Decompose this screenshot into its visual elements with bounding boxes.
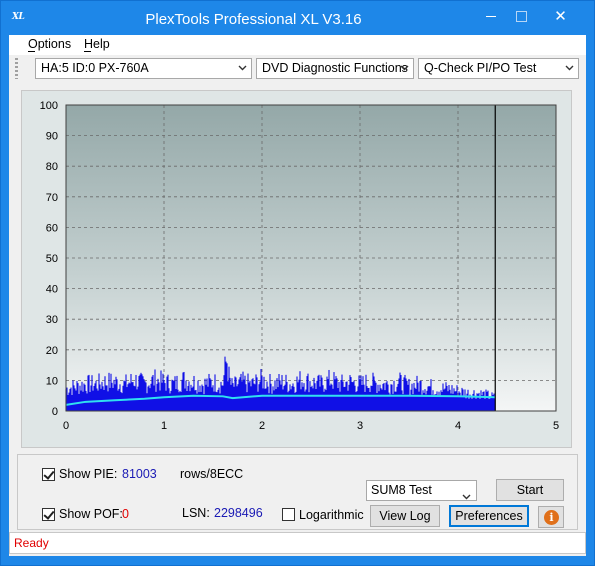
client-area: Options Help HA:5 ID:0 PX-760A DVD Diagn… <box>9 35 586 556</box>
toolbar-grip[interactable] <box>15 58 18 79</box>
preferences-label: Preferences <box>455 509 523 523</box>
y-tick-label: 60 <box>46 222 58 234</box>
y-tick-label: 0 <box>52 406 58 418</box>
test-select-value: Q-Check PI/PO Test <box>424 61 537 75</box>
x-tick-label: 3 <box>357 420 363 432</box>
maximize-button[interactable] <box>507 5 535 27</box>
sum-test-value: SUM8 Test <box>371 483 432 497</box>
pie-units: rows/8ECC <box>180 467 244 481</box>
toolbar: HA:5 ID:0 PX-760A DVD Diagnostic Functio… <box>9 55 586 83</box>
y-tick-label: 40 <box>46 284 58 296</box>
minimize-button[interactable] <box>477 5 505 27</box>
x-tick-label: 1 <box>161 420 167 432</box>
app-window: XL PlexTools Professional XL V3.16 ✕ Opt… <box>0 0 595 566</box>
view-log-label: View Log <box>379 509 431 523</box>
test-select[interactable]: Q-Check PI/PO Test <box>418 58 579 79</box>
start-button-label: Start <box>516 483 544 497</box>
view-log-button[interactable]: View Log <box>370 505 440 527</box>
window-title: PlexTools Professional XL V3.16 <box>145 11 362 28</box>
close-button[interactable]: ✕ <box>539 5 582 27</box>
show-pof-checkbox[interactable] <box>42 508 55 521</box>
status-text: Ready <box>14 536 49 550</box>
controls-panel: Show PIE: 81003 rows/8ECC SUM8 Test Star… <box>17 454 578 530</box>
show-pie-checkbox[interactable] <box>42 468 55 481</box>
function-select-value: DVD Diagnostic Functions <box>262 61 408 75</box>
menu-options[interactable]: Options <box>28 37 72 52</box>
x-tick-label: 0 <box>63 420 69 432</box>
y-tick-label: 30 <box>46 314 58 326</box>
chevron-down-icon <box>400 65 409 73</box>
y-tick-label: 100 <box>40 100 58 112</box>
pie-value: 81003 <box>122 467 157 481</box>
lsn-label: LSN: <box>182 506 210 520</box>
start-button[interactable]: Start <box>496 479 564 501</box>
sum-test-select[interactable]: SUM8 Test <box>366 480 477 501</box>
show-pof-label: Show POF: <box>59 507 123 521</box>
chevron-down-icon <box>238 65 247 73</box>
pie-baseline <box>66 398 496 411</box>
x-tick-label: 4 <box>455 420 461 432</box>
pi-po-chart: 0 10 20 30 40 50 60 70 80 90 100 0 1 2 3 4 5 <box>40 100 559 432</box>
preferences-button[interactable]: Preferences <box>449 505 529 527</box>
y-tick-label: 10 <box>46 375 58 387</box>
logarithmic-checkbox[interactable] <box>282 508 295 521</box>
chevron-down-icon <box>462 487 471 506</box>
pof-value: 0 <box>122 507 129 521</box>
status-bar: Ready <box>9 532 586 554</box>
menu-bar: Options Help <box>9 35 586 55</box>
x-tick-label: 2 <box>259 420 265 432</box>
y-tick-label: 90 <box>46 131 58 143</box>
menu-options-label: Options <box>28 37 72 51</box>
menu-help[interactable]: Help <box>84 37 110 52</box>
info-icon: i <box>544 510 559 525</box>
y-tick-label: 80 <box>46 161 58 173</box>
drive-select[interactable]: HA:5 ID:0 PX-760A <box>35 58 252 79</box>
info-button[interactable]: i <box>538 506 564 528</box>
y-tick-label: 70 <box>46 192 58 204</box>
y-tick-label: 50 <box>46 253 58 265</box>
logarithmic-label: Logarithmic <box>299 508 364 522</box>
drive-select-value: HA:5 ID:0 PX-760A <box>41 61 149 75</box>
chevron-down-icon <box>565 65 574 73</box>
menu-help-label: Help <box>84 37 110 51</box>
mnemonic-underline <box>84 51 91 52</box>
y-tick-label: 20 <box>46 345 58 357</box>
mnemonic-underline <box>28 51 35 52</box>
lsn-value: 2298496 <box>214 506 263 520</box>
show-pie-label: Show PIE: <box>59 467 118 481</box>
title-bar[interactable]: XL PlexTools Professional XL V3.16 ✕ <box>1 1 594 35</box>
chart-panel: 0 10 20 30 40 50 60 70 80 90 100 0 1 2 3 4 5 <box>21 90 572 448</box>
x-tick-label: 5 <box>553 420 559 432</box>
function-select[interactable]: DVD Diagnostic Functions <box>256 58 414 79</box>
